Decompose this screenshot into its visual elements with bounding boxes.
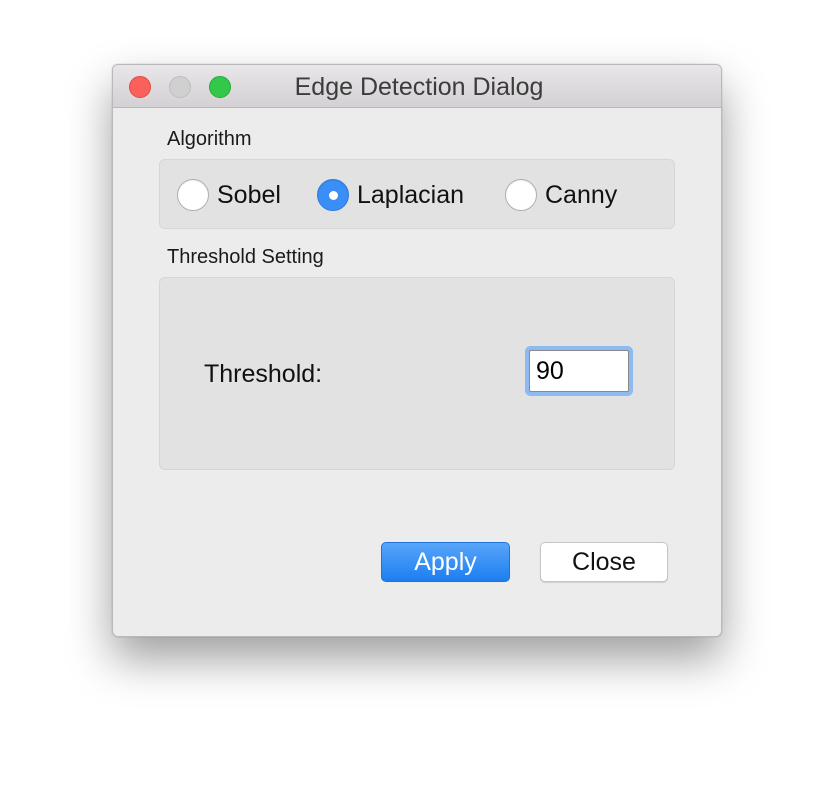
window-title: Edge Detection Dialog bbox=[294, 73, 544, 101]
close-button[interactable]: Close bbox=[540, 542, 668, 582]
close-window-icon[interactable] bbox=[129, 76, 151, 98]
algorithm-group: Sobel Laplacian Canny bbox=[159, 159, 675, 229]
apply-button[interactable]: Apply bbox=[381, 542, 510, 582]
radio-laplacian-label: Laplacian bbox=[357, 180, 465, 209]
radio-laplacian[interactable]: Laplacian bbox=[317, 178, 464, 212]
radio-unchecked-icon[interactable] bbox=[505, 179, 537, 211]
minimize-window-icon[interactable] bbox=[169, 76, 191, 98]
radio-unchecked-icon[interactable] bbox=[177, 179, 209, 211]
threshold-group: Threshold: bbox=[159, 277, 675, 470]
zoom-window-icon[interactable] bbox=[209, 76, 231, 98]
radio-sobel[interactable]: Sobel bbox=[177, 178, 281, 212]
algorithm-group-label: Algorithm bbox=[167, 128, 252, 150]
edge-detection-dialog: Edge Detection Dialog Algorithm Sobel La… bbox=[112, 64, 722, 637]
radio-canny-label: Canny bbox=[545, 180, 618, 209]
threshold-group-label: Threshold Setting bbox=[167, 246, 324, 268]
threshold-input[interactable] bbox=[529, 350, 629, 392]
threshold-label: Threshold: bbox=[204, 360, 323, 388]
radio-checked-icon[interactable] bbox=[317, 179, 349, 211]
radio-canny[interactable]: Canny bbox=[505, 178, 617, 212]
radio-sobel-label: Sobel bbox=[217, 180, 281, 209]
title-bar[interactable]: Edge Detection Dialog bbox=[113, 65, 721, 108]
